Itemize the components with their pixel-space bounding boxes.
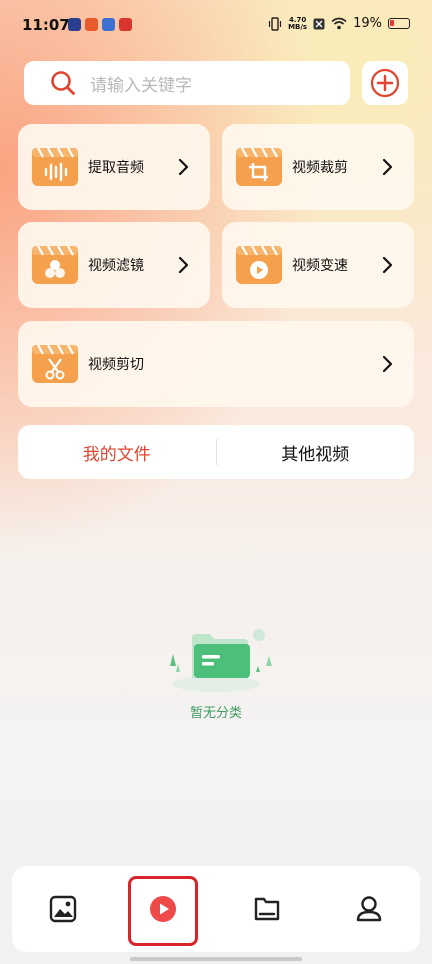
- chevron-right-icon: [178, 256, 189, 274]
- speed-icon: [236, 246, 282, 284]
- plus-circle-icon: [370, 68, 400, 98]
- tool-label: 视频变速: [292, 258, 348, 274]
- nfc-icon: [313, 18, 325, 29]
- status-right: 4.70 MB/s 19%: [268, 16, 410, 31]
- net-speed-unit: MB/s: [288, 22, 308, 31]
- tool-label: 视频剪切: [88, 357, 144, 373]
- nav-files[interactable]: [232, 866, 302, 952]
- filter-icon: [32, 246, 78, 284]
- vibrate-icon: [268, 16, 282, 31]
- battery-percent: 19%: [353, 16, 382, 31]
- tab-other-videos[interactable]: 其他视频: [217, 440, 415, 465]
- tool-label: 视频裁剪: [292, 160, 348, 176]
- file-tabs: 我的文件 其他视频: [18, 425, 414, 479]
- battery-icon: [388, 18, 410, 29]
- notification-icons: [68, 18, 132, 31]
- wifi-icon: [331, 17, 347, 30]
- tab-my-files[interactable]: 我的文件: [18, 440, 216, 465]
- search-placeholder: 请输入关键字: [90, 75, 192, 96]
- net-speed: 4.70 MB/s: [288, 16, 308, 31]
- nav-profile[interactable]: [334, 866, 404, 952]
- notification-app-icon: [68, 18, 81, 31]
- nav-video[interactable]: [128, 866, 198, 952]
- tool-label: 视频滤镜: [88, 258, 144, 274]
- search-input[interactable]: 请输入关键字: [24, 61, 350, 105]
- chevron-right-icon: [178, 158, 189, 176]
- home-indicator[interactable]: [130, 957, 302, 961]
- image-icon: [49, 895, 77, 923]
- chevron-right-icon: [382, 256, 393, 274]
- tool-card-video-cut[interactable]: 视频剪切: [18, 321, 414, 407]
- empty-state-text: 暂无分类: [189, 706, 242, 721]
- tool-card-video-crop[interactable]: 视频裁剪: [222, 124, 414, 210]
- nav-gallery[interactable]: [28, 866, 98, 952]
- folder-icon: [254, 897, 280, 921]
- profile-icon: [356, 896, 382, 922]
- add-button[interactable]: [362, 61, 408, 105]
- video-play-icon: [150, 896, 176, 922]
- tool-card-video-filter[interactable]: 视频滤镜: [18, 222, 210, 308]
- bottom-nav: [12, 866, 420, 952]
- search-icon: [51, 71, 75, 95]
- chevron-right-icon: [382, 355, 393, 373]
- notification-app-icon: [85, 18, 98, 31]
- chevron-right-icon: [382, 158, 393, 176]
- crop-icon: [236, 148, 282, 186]
- status-time: 11:07: [22, 16, 70, 34]
- notification-app-icon: [119, 18, 132, 31]
- audio-wave-icon: [32, 148, 78, 186]
- scissors-icon: [32, 345, 78, 383]
- tool-card-extract-audio[interactable]: 提取音频: [18, 124, 210, 210]
- tool-card-video-speed[interactable]: 视频变速: [222, 222, 414, 308]
- notification-app-icon: [102, 18, 115, 31]
- tool-label: 提取音频: [88, 160, 144, 176]
- status-bar: 11:07 4.70 MB/s 19%: [0, 0, 432, 52]
- empty-folder-icon: [170, 629, 272, 692]
